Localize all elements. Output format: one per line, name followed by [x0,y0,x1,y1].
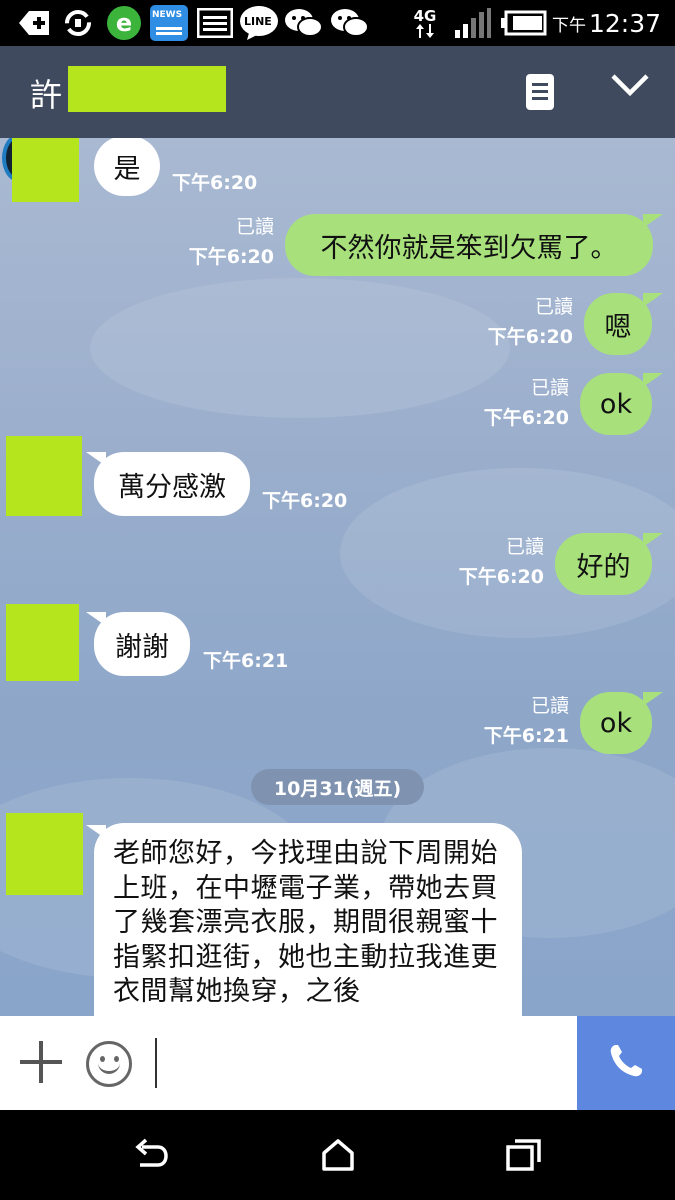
redaction-box [68,66,226,112]
avatar[interactable] [6,604,79,681]
signal-icon [452,6,492,40]
message-bubble-incoming[interactable]: 是 [94,138,160,196]
avatar[interactable] [12,138,79,202]
news-label: NEWS [152,10,183,20]
message-time: 下午6:21 [203,650,289,672]
message-bubble-outgoing[interactable]: ok [580,373,652,435]
message-meta: 已讀 下午6:20 [488,292,573,352]
chevron-down-icon[interactable] [610,72,650,102]
news-icon: NEWS [149,5,189,41]
message-bubble-outgoing[interactable]: ok [580,692,652,754]
image-icon [196,6,234,40]
message-meta: 已讀 下午6:21 [484,691,569,751]
message-bubble-incoming[interactable]: 萬分感激 [94,452,250,516]
call-button[interactable] [577,1016,675,1110]
date-separator: 10月31(週五) [251,769,424,805]
avatar[interactable] [6,813,83,895]
chat-area[interactable]: 是 下午6:20 已讀 下午6:20 不然你就是笨到欠罵了。 已讀 下午6:20… [0,138,675,1016]
avatar[interactable] [6,436,82,516]
line-icon: LINE [238,6,280,40]
message-time: 下午6:20 [458,566,544,588]
sync-icon [60,6,96,40]
chat-header: 許 [0,46,675,138]
emoji-icon[interactable] [86,1041,132,1087]
status-bar: e NEWS LINE 4G 下午 12:37 [0,0,675,46]
message-time: 下午6:20 [172,172,258,194]
read-status: 已讀 [530,695,569,717]
plus-icon[interactable] [20,1041,62,1083]
message-meta: 已讀 下午6:20 [484,373,569,433]
message-time: 下午6:20 [262,490,348,512]
clock: 下午 12:37 [551,8,661,38]
message-time: 下午6:20 [487,326,573,348]
back-icon[interactable] [132,1138,170,1176]
message-time: 下午6:20 [483,407,569,429]
wechat-icon [330,6,370,40]
recents-icon[interactable] [505,1138,543,1176]
memo-icon[interactable] [526,74,554,110]
svg-text:e: e [116,9,132,37]
home-icon[interactable] [320,1138,356,1176]
read-status: 已讀 [505,536,544,558]
message-time: 下午6:20 [188,246,274,268]
message-meta: 已讀 下午6:20 [189,212,274,272]
battery-icon [501,6,547,40]
phone-icon [606,1041,646,1085]
message-input[interactable] [155,1038,157,1088]
add-icon [16,6,52,40]
read-status: 已讀 [235,216,274,238]
wechat-icon [284,6,324,40]
network-type: 4G [410,6,440,40]
read-status: 已讀 [534,296,573,318]
message-bubble-outgoing[interactable]: 嗯 [584,293,652,355]
message-bubble-incoming[interactable]: 老師您好，今找理由說下周開始上班，在中壢電子業，帶她去買了幾套漂亮衣服，期間很親… [94,823,522,1016]
message-time: 下午6:21 [483,725,569,747]
message-input-bar [0,1016,675,1110]
chat-title[interactable]: 許 [30,70,62,116]
message-bubble-outgoing[interactable]: 好的 [555,533,652,595]
system-nav-bar [0,1110,675,1200]
read-status: 已讀 [530,377,569,399]
message-meta: 已讀 下午6:20 [459,532,544,592]
message-bubble-incoming[interactable]: 謝謝 [94,612,190,676]
message-bubble-outgoing[interactable]: 不然你就是笨到欠罵了。 [285,214,653,276]
browser-icon: e [104,6,144,40]
line-label: LINE [244,15,272,28]
